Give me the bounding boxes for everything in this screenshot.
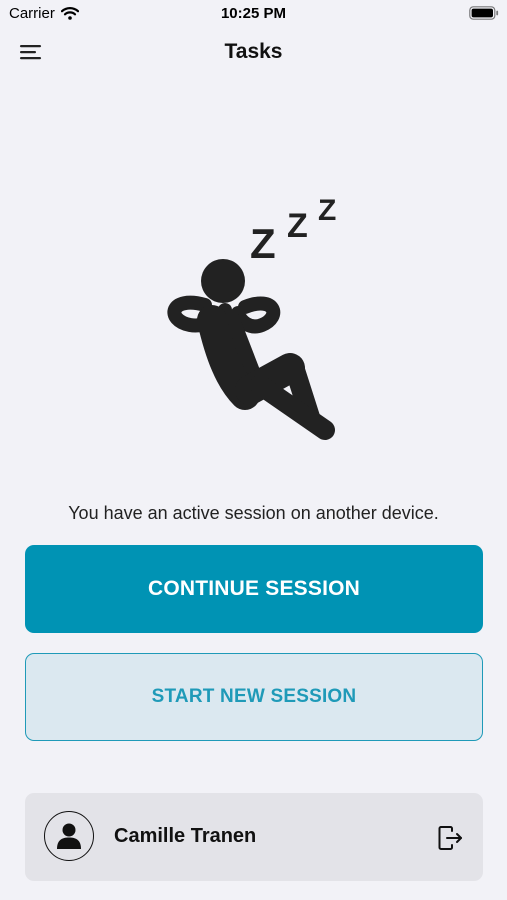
- logout-icon: [438, 826, 462, 850]
- svg-text:Z: Z: [318, 194, 336, 227]
- continue-session-button[interactable]: CONTINUE SESSION: [25, 545, 483, 633]
- navigation-bar: Tasks: [0, 30, 507, 74]
- person-icon: [57, 823, 81, 849]
- continue-session-label: CONTINUE SESSION: [147, 577, 361, 600]
- sleeping-person-illustration: Z Z Z: [150, 185, 360, 450]
- svg-text:Z: Z: [287, 207, 308, 245]
- sleeping-person-icon: Z Z Z: [167, 194, 336, 440]
- status-time: 10:25 PM: [220, 5, 287, 22]
- svg-text:Z: Z: [250, 220, 276, 267]
- user-name: Camille Tranen: [114, 825, 257, 847]
- page-title: Tasks: [224, 40, 283, 63]
- logout-button[interactable]: [435, 823, 465, 853]
- avatar: [44, 811, 94, 861]
- status-bar: Carrier 10:25 PM: [0, 0, 507, 28]
- start-new-session-button[interactable]: START NEW SESSION: [25, 653, 483, 741]
- user-card: Camille Tranen: [25, 793, 483, 881]
- start-new-session-label: START NEW SESSION: [151, 686, 357, 707]
- battery-icon: [469, 6, 499, 20]
- active-session-message: You have an active session on another de…: [68, 503, 439, 523]
